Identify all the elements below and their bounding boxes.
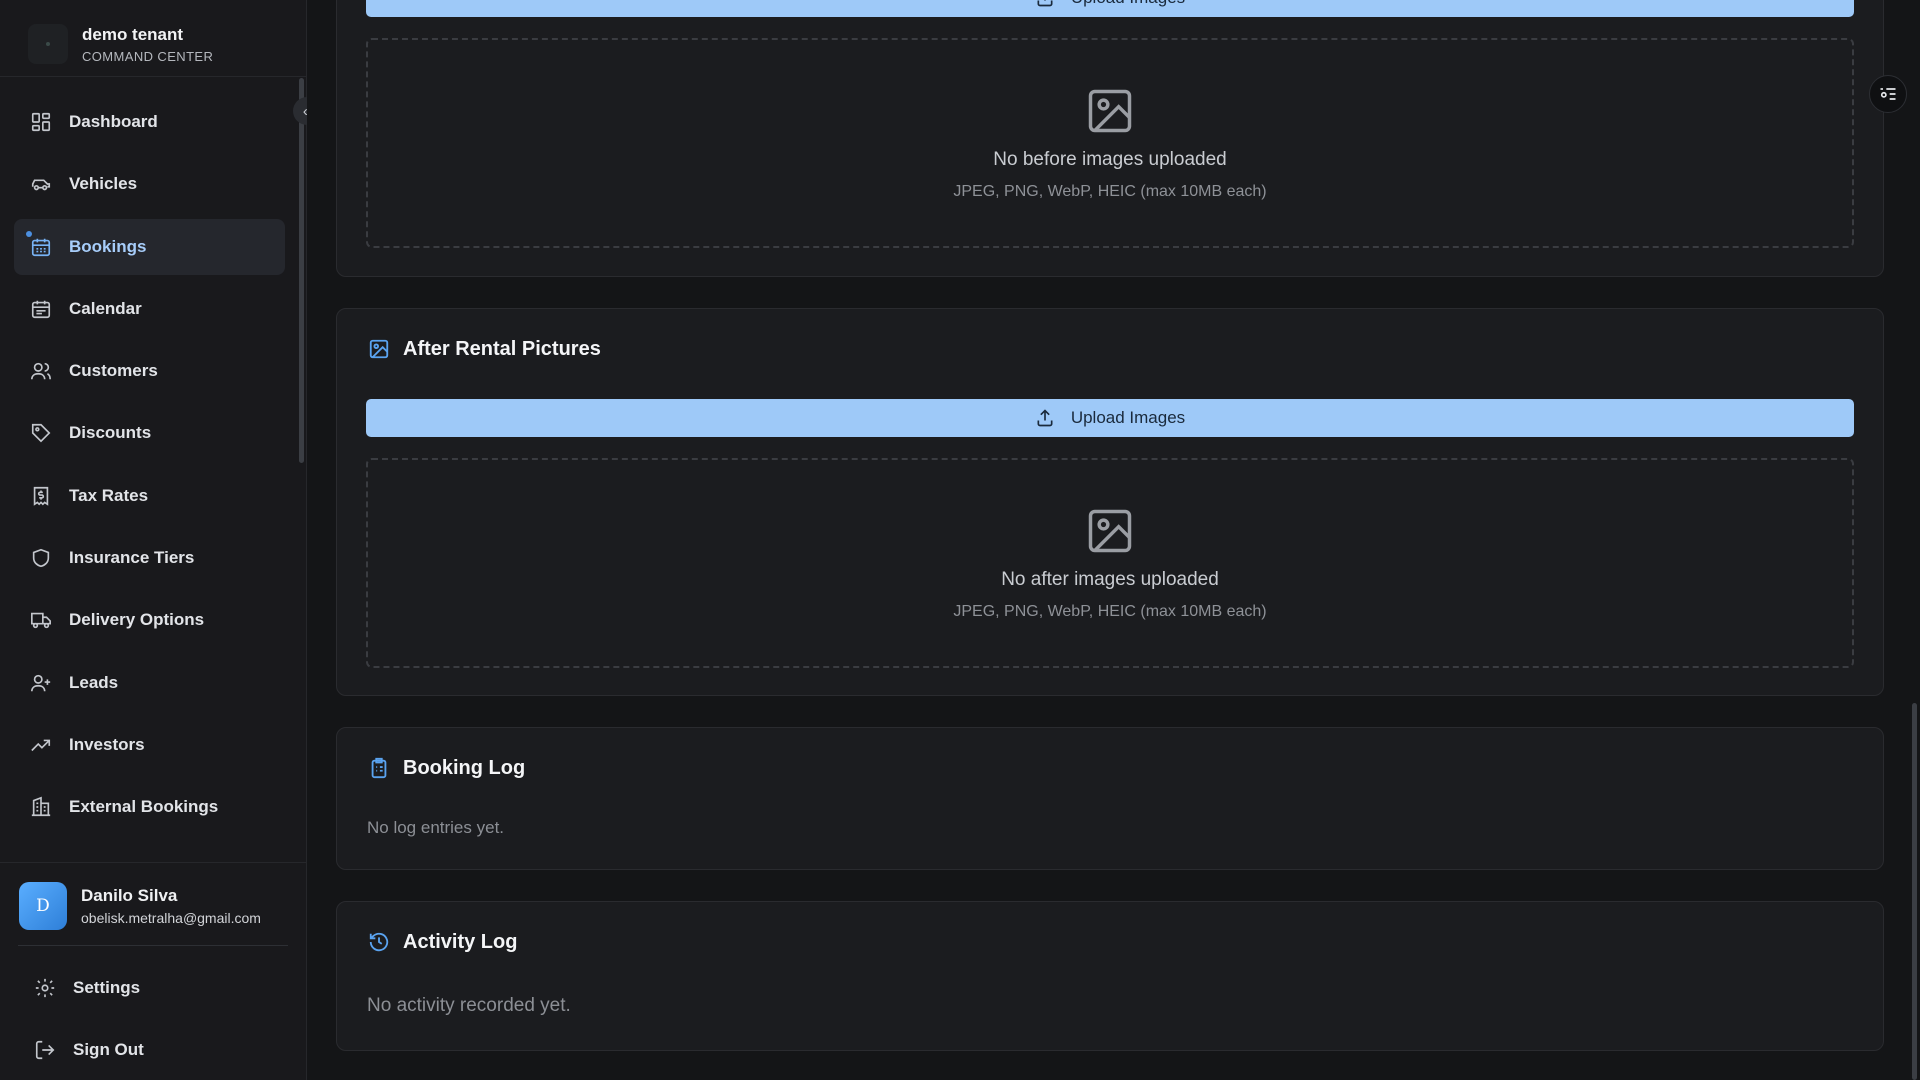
divider bbox=[18, 945, 288, 946]
brand-name: demo tenant bbox=[82, 24, 184, 44]
activity-log-title: Activity Log bbox=[367, 930, 517, 954]
sidebar-item-delivery-options[interactable]: Delivery Options bbox=[14, 592, 285, 648]
sidebar-item-label: Dashboard bbox=[69, 112, 158, 131]
sidebar-item-insurance-tiers[interactable]: Insurance Tiers bbox=[14, 530, 285, 586]
before-rental-card: Upload Images No before images uploaded … bbox=[336, 0, 1884, 277]
upload-label: Upload Images bbox=[1070, 408, 1186, 427]
card-title-text: Activity Log bbox=[403, 930, 518, 953]
sign-out-button[interactable]: Sign Out bbox=[33, 1030, 144, 1070]
empty-state-hint: JPEG, PNG, WebP, HEIC (max 10MB each) bbox=[953, 603, 1267, 620]
main-content: Upload Images No before images uploaded … bbox=[307, 0, 1920, 1080]
building-icon bbox=[29, 795, 53, 819]
main-scrollbar[interactable] bbox=[1912, 703, 1917, 1080]
upload-before-images-button[interactable]: Upload Images bbox=[366, 0, 1854, 17]
divider bbox=[0, 76, 306, 77]
calendar-icon bbox=[29, 297, 53, 321]
sidebar-item-label: Leads bbox=[69, 672, 119, 692]
upload-after-images-button[interactable]: Upload Images bbox=[366, 399, 1854, 437]
brand[interactable]: demo tenant COMMAND CENTER bbox=[28, 16, 213, 72]
sidebar-nav: Dashboard Vehicles Bookings Calendar Cus… bbox=[14, 94, 285, 842]
user-name: Danilo Silva bbox=[81, 886, 178, 905]
list-filter-icon bbox=[1880, 88, 1896, 100]
sidebar-item-investors[interactable]: Investors bbox=[14, 717, 285, 773]
sidebar-item-vehicles[interactable]: Vehicles bbox=[14, 156, 285, 212]
empty-state-hint: JPEG, PNG, WebP, HEIC (max 10MB each) bbox=[953, 183, 1267, 200]
empty-state-title: No after images uploaded bbox=[1001, 569, 1219, 590]
image-placeholder-icon bbox=[1088, 89, 1132, 133]
upload-icon bbox=[1037, 409, 1053, 427]
sidebar-item-label: Vehicles bbox=[69, 174, 138, 194]
avatar: D bbox=[19, 882, 67, 930]
tag-icon bbox=[29, 421, 53, 445]
shield-icon bbox=[29, 546, 53, 570]
activity-log-empty: No activity recorded yet. bbox=[367, 995, 571, 1016]
before-images-dropzone[interactable]: No before images uploaded JPEG, PNG, Web… bbox=[366, 38, 1854, 248]
sidebar-item-label: Customers bbox=[69, 361, 158, 381]
sidebar-scrollbar[interactable] bbox=[299, 78, 304, 463]
trending-up-icon bbox=[29, 733, 53, 757]
booking-log-empty: No log entries yet. bbox=[367, 818, 505, 837]
image-icon bbox=[367, 337, 391, 361]
sidebar-item-external-bookings[interactable]: External Bookings bbox=[14, 779, 285, 835]
receipt-icon bbox=[29, 484, 53, 508]
sidebar-item-label: Insurance Tiers bbox=[69, 548, 195, 568]
car-icon bbox=[29, 172, 53, 196]
after-images-dropzone[interactable]: No after images uploaded JPEG, PNG, WebP… bbox=[366, 458, 1854, 668]
upload-label: Upload Images bbox=[1071, 0, 1185, 8]
settings-label: Settings bbox=[73, 978, 141, 997]
user-email: obelisk.metralha@gmail.com bbox=[81, 910, 261, 926]
sidebar-item-label: Calendar bbox=[69, 298, 142, 318]
clipboard-list-icon bbox=[367, 756, 391, 780]
sidebar-item-tax-rates[interactable]: Tax Rates bbox=[14, 468, 285, 524]
sidebar-item-label: External Bookings bbox=[69, 797, 219, 817]
sidebar-item-discounts[interactable]: Discounts bbox=[14, 405, 285, 461]
user-profile[interactable]: D Danilo Silva obelisk.metralha@gmail.co… bbox=[19, 882, 261, 930]
upload-icon bbox=[1037, 0, 1053, 7]
empty-state-title: No before images uploaded bbox=[993, 149, 1227, 170]
after-rental-title: After Rental Pictures bbox=[367, 337, 601, 361]
sidebar-item-label: Tax Rates bbox=[69, 485, 149, 505]
user-plus-icon bbox=[29, 671, 53, 695]
users-icon bbox=[29, 359, 53, 383]
sidebar-item-label: Delivery Options bbox=[69, 610, 205, 630]
sidebar: demo tenant COMMAND CENTER Dashboard Veh… bbox=[0, 0, 321, 1080]
divider bbox=[0, 862, 306, 863]
brand-subtitle: COMMAND CENTER bbox=[82, 48, 214, 64]
dashboard-icon bbox=[29, 110, 53, 134]
gear-icon bbox=[33, 976, 57, 1000]
brand-logo bbox=[28, 24, 68, 64]
truck-icon bbox=[29, 608, 53, 632]
sidebar-item-label: Investors bbox=[69, 734, 145, 754]
history-icon bbox=[367, 930, 391, 954]
active-indicator bbox=[26, 230, 32, 237]
sidebar-item-dashboard[interactable]: Dashboard bbox=[14, 94, 285, 150]
sidebar-item-customers[interactable]: Customers bbox=[14, 343, 285, 399]
booking-log-card: Booking Log No log entries yet. bbox=[336, 727, 1884, 870]
settings-button[interactable]: Settings bbox=[33, 968, 140, 1008]
after-rental-card: After Rental Pictures Upload Images No a… bbox=[336, 308, 1884, 696]
sidebar-item-calendar[interactable]: Calendar bbox=[14, 281, 285, 337]
sidebar-item-label: Discounts bbox=[69, 423, 152, 443]
activity-log-card: Activity Log No activity recorded yet. bbox=[336, 901, 1884, 1051]
image-placeholder-icon bbox=[1088, 509, 1132, 553]
sign-out-label: Sign Out bbox=[73, 1040, 144, 1059]
sidebar-item-label: Bookings bbox=[69, 236, 147, 256]
booking-log-title: Booking Log bbox=[367, 756, 525, 780]
sidebar-item-leads[interactable]: Leads bbox=[14, 655, 285, 711]
card-title-text: Booking Log bbox=[403, 756, 526, 779]
log-out-icon bbox=[33, 1038, 57, 1062]
card-title-text: After Rental Pictures bbox=[403, 337, 601, 360]
calendar-grid-icon bbox=[29, 235, 53, 259]
sidebar-item-bookings[interactable]: Bookings bbox=[14, 218, 285, 275]
filter-panel-button[interactable] bbox=[1869, 75, 1907, 113]
